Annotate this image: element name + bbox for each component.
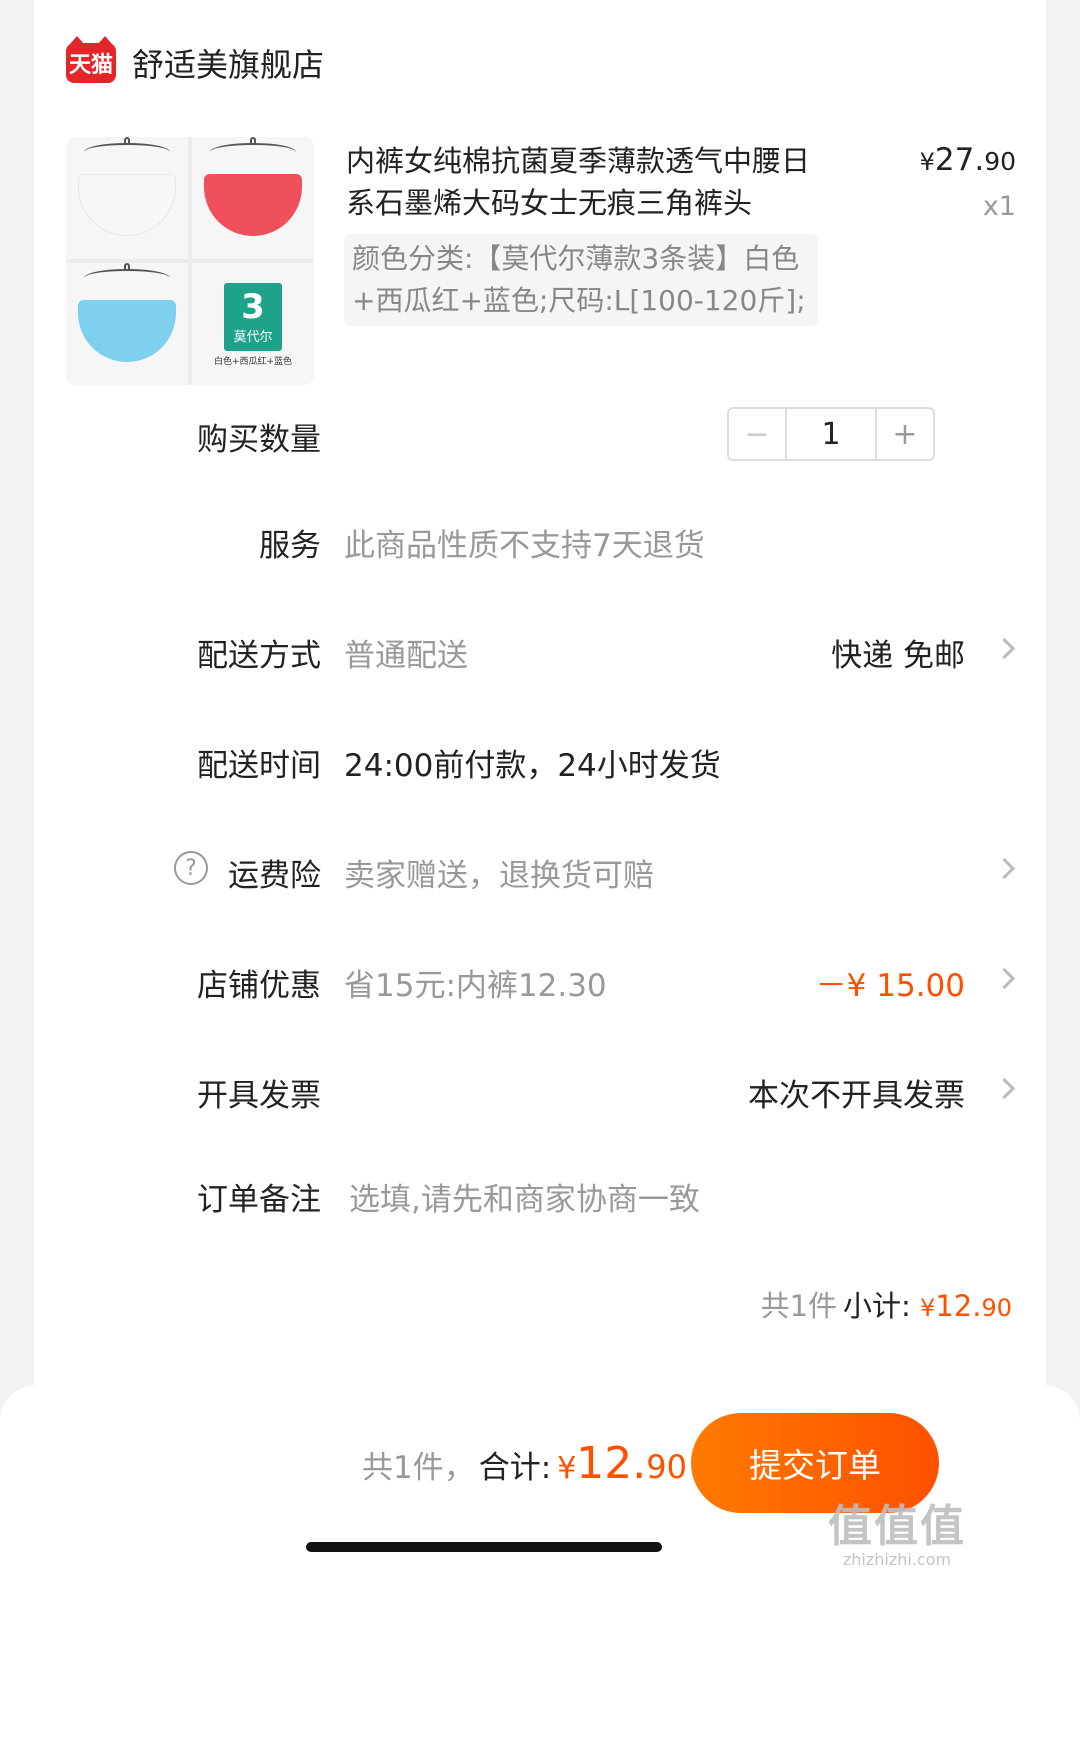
shipping-insurance-label: 运费险 xyxy=(228,858,321,894)
store-discount-value[interactable]: 省15元:内裤12.30 xyxy=(344,960,607,1005)
chevron-right-icon[interactable] xyxy=(993,637,1016,660)
total-label: 合计: xyxy=(478,1450,552,1486)
store-discount-label: 店铺优惠 xyxy=(197,968,321,1004)
invoice-label: 开具发票 xyxy=(197,1078,321,1114)
help-icon[interactable]: ? xyxy=(174,851,208,885)
watermark-logo: 值值值 xyxy=(828,1501,966,1552)
watermark-url: zhizhizhi.com xyxy=(842,1550,952,1569)
pack-number: 3 xyxy=(241,286,265,327)
product-thumbnail[interactable]: 3 莫代尔 白色+西瓜红+蓝色 xyxy=(66,137,314,385)
delivery-time-value: 24:00前付款，24小时发货 xyxy=(344,748,721,784)
pack-caption: 白色+西瓜红+蓝色 xyxy=(213,357,293,367)
subtotal: 共1件 小计: ¥12.90 xyxy=(761,1283,1012,1325)
delivery-method-label: 配送方式 xyxy=(197,638,321,674)
pack-material: 莫代尔 xyxy=(233,329,273,345)
quantity-value[interactable]: 1 xyxy=(787,409,875,459)
thumb-white-panty xyxy=(66,137,188,259)
total-summary: 共1件， 合计: ¥12.90 xyxy=(362,1438,687,1489)
service-value: 此商品性质不支持7天退货 xyxy=(344,528,705,564)
decrement-button[interactable]: − xyxy=(729,409,787,459)
discount-amount[interactable]: －¥ 15.00 xyxy=(816,960,965,1005)
product-title[interactable]: 内裤女纯棉抗菌夏季薄款透气中腰日系石墨烯大码女士无痕三角裤头 xyxy=(346,140,836,224)
sku-spec[interactable]: 颜色分类:【莫代尔薄款3条装】白色+西瓜红+蓝色;尺码:L[100-120斤]; xyxy=(344,234,818,326)
pack-badge: 3 莫代尔 xyxy=(224,283,282,351)
shipping-insurance-value[interactable]: 卖家赠送，退换货可赔 xyxy=(344,850,654,895)
service-label: 服务 xyxy=(259,528,321,564)
product-quantity: x1 xyxy=(982,191,1016,222)
total-price: ¥12.90 xyxy=(557,1438,687,1489)
thumb-red-panty xyxy=(192,137,314,259)
order-card: 天猫 舒适美旗舰店 3 莫代尔 白色+西瓜红+蓝色 内裤女纯棉抗菌夏季薄款透气中… xyxy=(34,0,1046,1517)
total-count: 共1件， xyxy=(362,1450,475,1486)
watermark: 值值值 zhizhizhi.com xyxy=(828,1490,966,1569)
delivery-fee[interactable]: 快递 免邮 xyxy=(831,630,965,675)
quantity-label: 购买数量 xyxy=(197,422,321,458)
thumb-blue-panty xyxy=(66,263,188,385)
subtotal-price: ¥12.90 xyxy=(920,1289,1012,1323)
tmall-logo-icon: 天猫 xyxy=(66,36,116,83)
order-note-input[interactable]: 选填,请先和商家协商一致 xyxy=(349,1174,700,1219)
subtotal-label: 小计: xyxy=(843,1289,911,1323)
thumb-pack-info: 3 莫代尔 白色+西瓜红+蓝色 xyxy=(192,263,314,385)
chevron-right-icon[interactable] xyxy=(993,1077,1016,1100)
chevron-right-icon[interactable] xyxy=(993,857,1016,880)
product-price: ¥27.90 xyxy=(919,142,1016,178)
invoice-value[interactable]: 本次不开具发票 xyxy=(748,1070,965,1115)
quantity-stepper[interactable]: − 1 + xyxy=(727,407,935,461)
subtotal-count: 共1件 xyxy=(760,1289,838,1323)
increment-button[interactable]: + xyxy=(875,409,933,459)
order-note-label: 订单备注 xyxy=(197,1182,321,1218)
store-header[interactable]: 天猫 舒适美旗舰店 xyxy=(66,36,324,86)
delivery-method-value[interactable]: 普通配送 xyxy=(344,630,468,675)
delivery-time-label: 配送时间 xyxy=(197,748,321,784)
home-indicator[interactable] xyxy=(306,1542,662,1552)
store-name[interactable]: 舒适美旗舰店 xyxy=(132,40,324,86)
chevron-right-icon[interactable] xyxy=(993,967,1016,990)
